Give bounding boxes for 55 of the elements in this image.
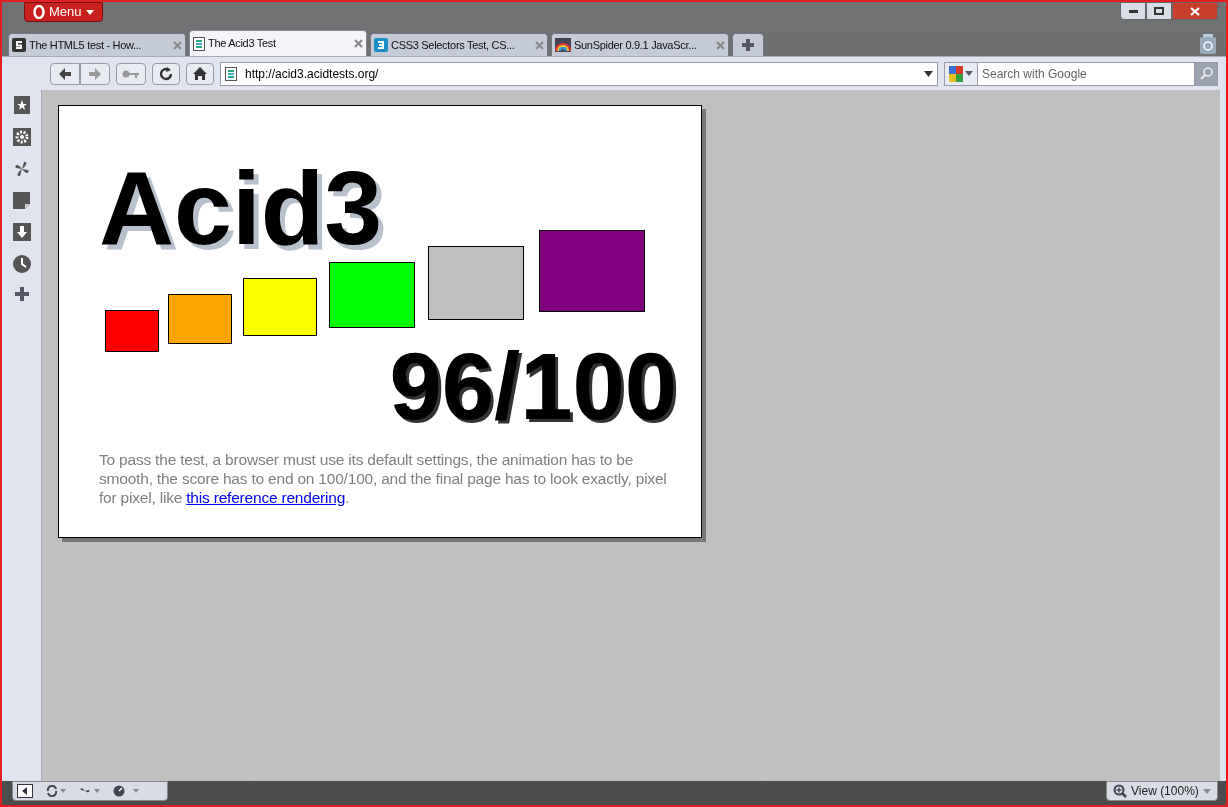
opera-logo-icon (33, 5, 45, 19)
bookmarks-icon[interactable] (13, 96, 30, 114)
close-button[interactable] (1172, 2, 1218, 20)
key-icon (122, 68, 140, 79)
score: 96/100 (389, 340, 678, 434)
caret-icon (85, 9, 94, 15)
reload-icon (159, 66, 173, 81)
plus-icon (742, 39, 754, 51)
maximize-button[interactable] (1146, 2, 1172, 20)
tab-label: CSS3 Selectors Test, CS... (391, 37, 516, 53)
clock-icon[interactable] (12, 255, 31, 273)
caret-icon (965, 71, 973, 76)
turbo-icon[interactable] (113, 785, 141, 797)
note-icon[interactable] (13, 192, 30, 209)
back-button[interactable] (50, 62, 80, 85)
close-icon (1190, 6, 1200, 16)
minimize-button[interactable] (1120, 2, 1146, 20)
page-icon (225, 66, 237, 81)
back-arrow-icon (58, 67, 72, 80)
html5-icon (12, 38, 26, 52)
browser-tab[interactable]: The Acid3 Test (189, 30, 367, 56)
panel-toggle-icon[interactable] (17, 784, 33, 798)
tab-label: The Acid3 Test (208, 36, 277, 52)
zoom-button[interactable]: View (100%) (1106, 781, 1218, 801)
page-title: Acid3 (99, 156, 384, 256)
search-engine-button[interactable] (944, 61, 978, 86)
zoom-icon (1113, 784, 1127, 798)
caret-icon (1202, 788, 1211, 794)
dropdown-arrow-icon[interactable] (924, 70, 933, 77)
home-button[interactable] (186, 62, 214, 85)
download-icon[interactable] (12, 223, 31, 241)
tab-label: The HTML5 test - How... (29, 37, 143, 53)
address-field[interactable]: http://acid3.acidtests.org/ (220, 61, 938, 86)
tab-label: SunSpider 0.9.1 JavaScr... (574, 37, 698, 53)
search-field[interactable]: Search with Google (978, 61, 1194, 86)
home-icon (193, 67, 207, 80)
add-icon[interactable] (14, 287, 29, 301)
search-icon (1199, 67, 1213, 80)
reload-button[interactable] (152, 62, 180, 85)
trash-icon[interactable] (1200, 34, 1216, 54)
google-icon (949, 65, 963, 82)
settings-icon[interactable] (12, 128, 31, 146)
browser-tab[interactable]: SunSpider 0.9.1 JavaScr... (551, 33, 729, 56)
rainbow-icon (555, 38, 571, 52)
menu-button[interactable]: Menu (24, 2, 103, 22)
pinwheel-icon[interactable] (12, 160, 31, 178)
browser-tab[interactable]: The HTML5 test - How... (8, 33, 186, 56)
page-icon (193, 36, 205, 51)
css3-icon (374, 38, 388, 52)
close-tab-icon[interactable] (354, 39, 363, 48)
browser-tab[interactable]: CSS3 Selectors Test, CS... (370, 33, 548, 56)
forward-arrow-icon (88, 67, 102, 80)
new-tab-button[interactable] (732, 33, 764, 56)
sync-icon[interactable] (45, 785, 67, 797)
instructions-text: To pass the test, a browser must use its default settings, the animation has to be smooth, the score has to end on 100/100, and the final page has to look exactly, pixel for pixel, like this reference rendering. (99, 450, 668, 507)
